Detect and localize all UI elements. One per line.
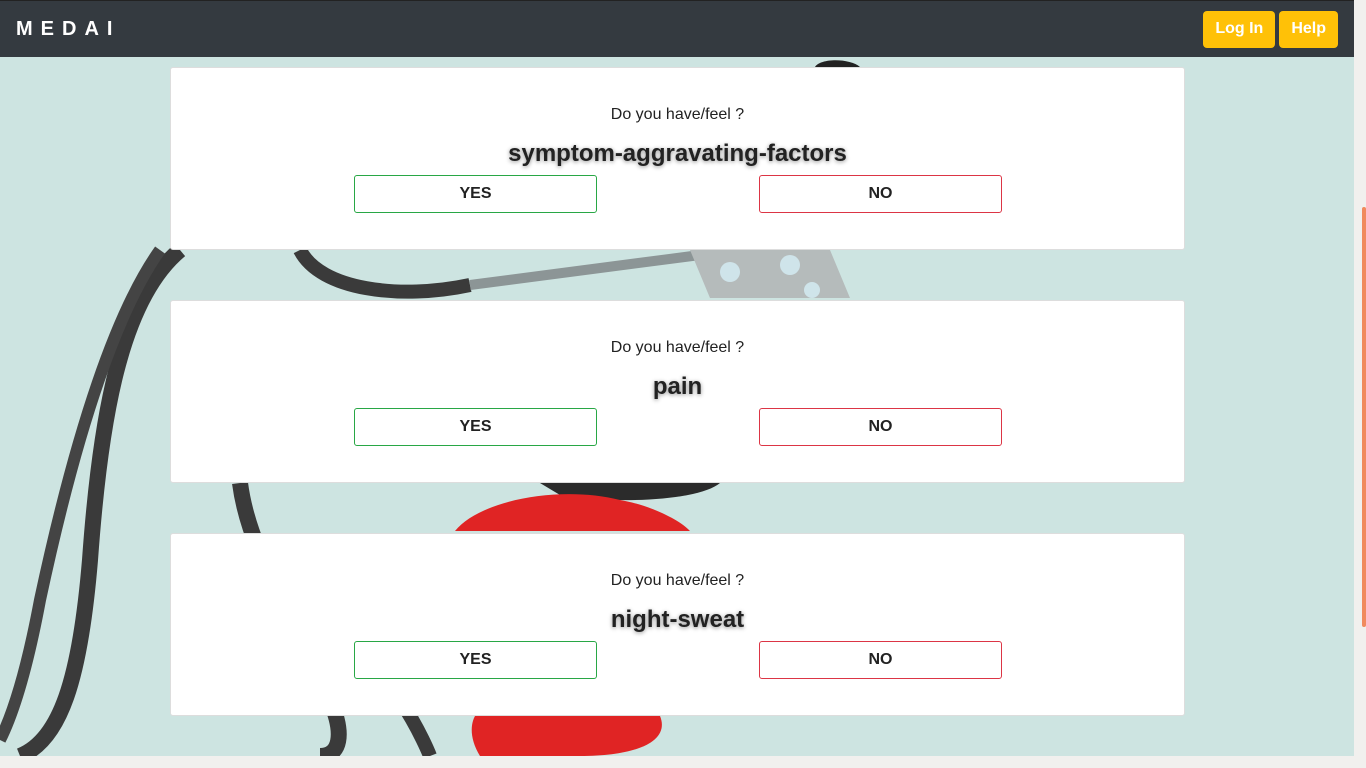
symptom-name: pain	[652, 373, 703, 400]
question-text: Do you have/feel ?	[610, 106, 745, 123]
nav-buttons: Log In Help	[1203, 10, 1338, 48]
login-button[interactable]: Log In	[1203, 10, 1276, 48]
question-text: Do you have/feel ?	[610, 339, 745, 356]
no-button[interactable]: NO	[759, 408, 1002, 446]
symptom-card: Do you have/feel ? pain YES NO	[170, 300, 1185, 483]
scrollbar-thumb[interactable]	[1362, 207, 1366, 627]
yes-button[interactable]: YES	[354, 641, 597, 679]
symptom-card: Do you have/feel ? night-sweat YES NO	[170, 533, 1185, 716]
scrollbar[interactable]	[1354, 0, 1366, 768]
symptom-card: Do you have/feel ? symptom-aggravating-f…	[170, 67, 1185, 250]
symptom-name: symptom-aggravating-factors	[508, 140, 847, 167]
yes-button[interactable]: YES	[354, 408, 597, 446]
brand-logo[interactable]: MEDAI	[16, 18, 120, 41]
help-button[interactable]: Help	[1279, 10, 1338, 48]
symptom-name: night-sweat	[610, 606, 745, 633]
navbar: MEDAI Log In Help	[0, 0, 1354, 57]
no-button[interactable]: NO	[759, 641, 1002, 679]
question-text: Do you have/feel ?	[610, 572, 745, 589]
no-button[interactable]: NO	[759, 175, 1002, 213]
yes-button[interactable]: YES	[354, 175, 597, 213]
